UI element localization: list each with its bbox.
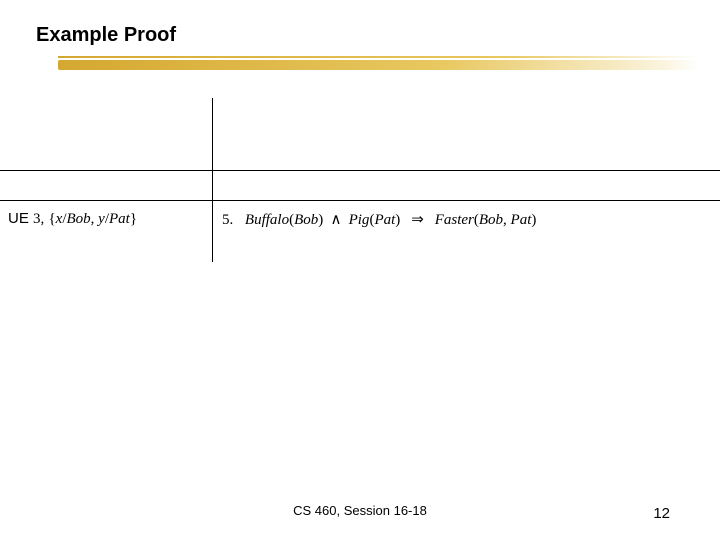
pred1-rp: ) <box>318 212 323 228</box>
implies-op: ⇒ <box>404 212 430 228</box>
and-op: ∧ <box>327 212 344 228</box>
pred3-arg2: Pat <box>511 212 532 228</box>
footer-course: CS 460, Session 16-18 <box>0 503 720 518</box>
rule-label: UE <box>8 210 29 227</box>
subst-y-val: Pat <box>109 211 130 227</box>
underline-thick <box>58 60 698 70</box>
pred-pig: Pig <box>349 212 370 228</box>
footer-page-number: 12 <box>653 505 670 522</box>
slide-title: Example Proof <box>36 24 176 47</box>
subst-open: { <box>48 211 55 227</box>
pred-faster: Faster <box>435 212 474 228</box>
rule-ref: 3, <box>33 211 44 227</box>
implies-symbol: ⇒ <box>411 212 424 228</box>
subst-close: } <box>130 211 137 227</box>
pred3-rp: ) <box>531 212 536 228</box>
subst-y-var: y <box>98 211 105 227</box>
table-vertical-divider <box>212 98 213 262</box>
pred2-arg: Pat <box>374 212 395 228</box>
proof-row-right: 5. Buffalo(Bob) ∧ Pig(Pat) ⇒ Faster(Bob,… <box>222 210 536 229</box>
pred1-arg: Bob <box>294 212 318 228</box>
pred2-rp: ) <box>395 212 400 228</box>
pred3-arg1: Bob <box>479 212 503 228</box>
subst-x-val: Bob <box>66 211 90 227</box>
title-underline <box>58 56 698 76</box>
pred-buffalo: Buffalo <box>245 212 289 228</box>
underline-thin <box>58 56 698 58</box>
step-num: 5. <box>222 212 233 228</box>
table-hline-1 <box>0 170 720 171</box>
proof-row-left: UE 3, {x/Bob, y/Pat} <box>8 210 137 228</box>
table-hline-2 <box>0 200 720 201</box>
